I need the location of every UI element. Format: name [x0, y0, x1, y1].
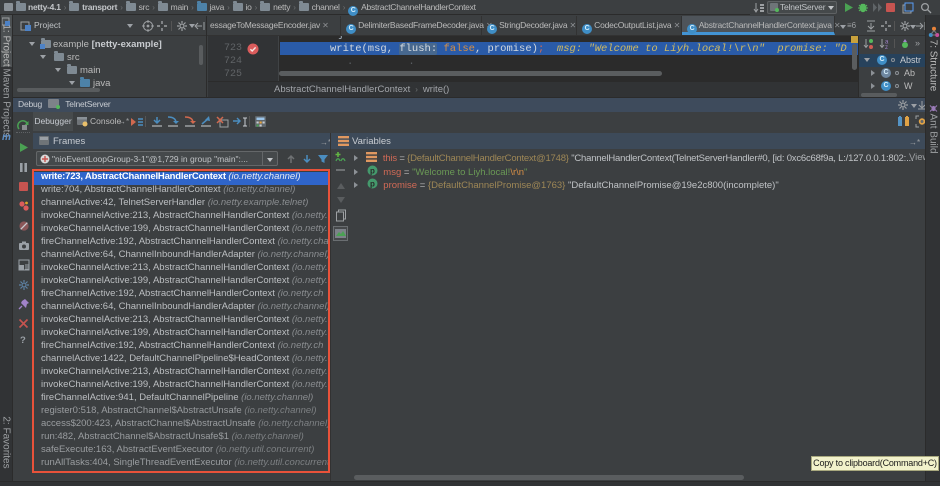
svg-text:z: z — [885, 45, 888, 50]
svg-text:p: p — [370, 167, 375, 176]
svg-text:p: p — [370, 180, 375, 189]
